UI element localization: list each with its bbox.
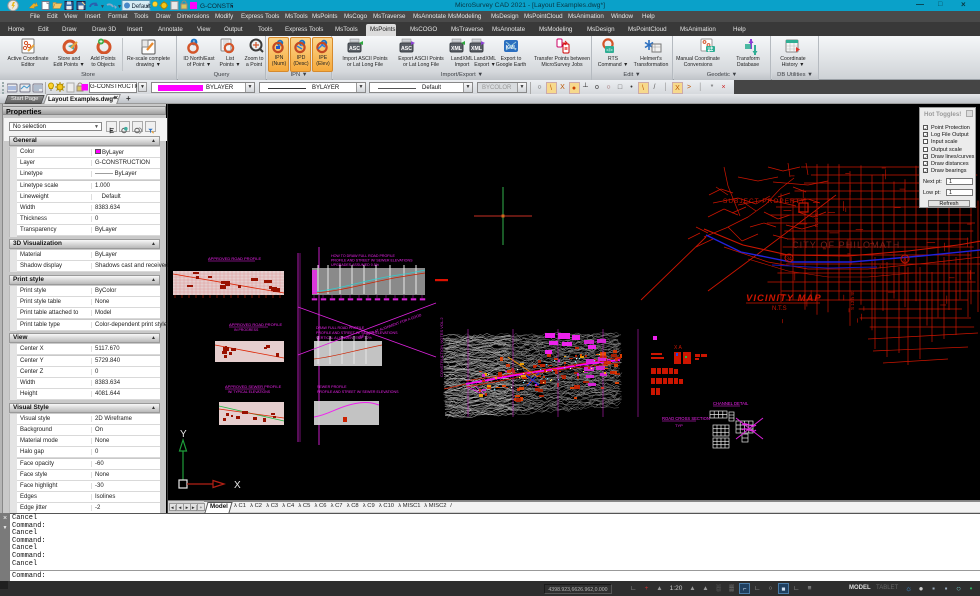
svg-text:X A: X A — [674, 345, 682, 351]
svg-text:</>: </> — [606, 48, 613, 53]
svg-text:34: 34 — [786, 257, 792, 263]
svg-text:XML: XML — [451, 46, 463, 52]
svg-text:▼: ▼ — [230, 4, 233, 10]
svg-text:APPROVED ROAD PROFILE: APPROVED ROAD PROFILE — [208, 256, 261, 261]
svg-text:TYP: TYP — [675, 423, 683, 428]
svg-text:SEE TO FLAT ALIGNMENT FOR A GO: SEE TO FLAT ALIGNMENT FOR A GOOD — [357, 313, 422, 340]
svg-text:ROAD CROSS SECTION: ROAD CROSS SECTION — [662, 416, 710, 421]
svg-text:VICINITY MAP: VICINITY MAP — [746, 293, 822, 304]
svg-text:X: X — [234, 480, 241, 491]
svg-text:SUBJECT PROPERTY: SUBJECT PROPERTY — [723, 198, 806, 205]
svg-text:DRAW FULL ROAD PROFILE: DRAW FULL ROAD PROFILE — [316, 326, 365, 330]
svg-text:HOW TO DRAW FULL ROAD PROFILE: HOW TO DRAW FULL ROAD PROFILE — [331, 254, 395, 258]
svg-text:▼: ▼ — [145, 4, 150, 10]
svg-text:XML: XML — [471, 46, 483, 52]
svg-text:W/ TYPICAL ELEVATIONS: W/ TYPICAL ELEVATIONS — [228, 390, 271, 394]
svg-text:G-CONSTRU: G-CONSTRU — [200, 3, 233, 10]
svg-text:PROFILE AND STREET W/ SEWER EL: PROFILE AND STREET W/ SEWER ELEVATIONS — [331, 259, 413, 263]
svg-text:Y: Y — [180, 429, 187, 440]
svg-text:CITY OF PHILOMATH: CITY OF PHILOMATH — [792, 240, 900, 250]
svg-text:IN PROGRESS: IN PROGRESS — [234, 328, 259, 332]
svg-text:ASC: ASC — [401, 46, 412, 52]
svg-text:CHANNEL DETAIL: CHANNEL DETAIL — [713, 401, 749, 406]
svg-text:20: 20 — [902, 258, 908, 264]
svg-text:PROFILE AND STREET W/ SEWER EL: PROFILE AND STREET W/ SEWER ELEVATIONS — [317, 390, 399, 394]
svg-text:S 13th St: S 13th St — [850, 291, 855, 310]
svg-text:ASC: ASC — [349, 46, 360, 52]
svg-text:N.T.S: N.T.S — [772, 306, 787, 312]
svg-text:▼: ▼ — [100, 4, 105, 10]
svg-text:N 9th St: N 9th St — [814, 210, 819, 227]
svg-text:APPROVED ROAD PROFILE: APPROVED ROAD PROFILE — [229, 322, 282, 327]
svg-text:UPGRADES ASSUMED 0.5%: UPGRADES ASSUMED 0.5% — [331, 263, 380, 267]
svg-text:▼: ▼ — [117, 4, 122, 10]
svg-text:SEWER PROFILE: SEWER PROFILE — [317, 385, 347, 389]
svg-text:APPROVED SEWER PROFILE: APPROVED SEWER PROFILE — [225, 384, 282, 389]
svg-text:CONSTRUCTION NOTES VOL.2: CONSTRUCTION NOTES VOL.2 — [439, 317, 444, 377]
